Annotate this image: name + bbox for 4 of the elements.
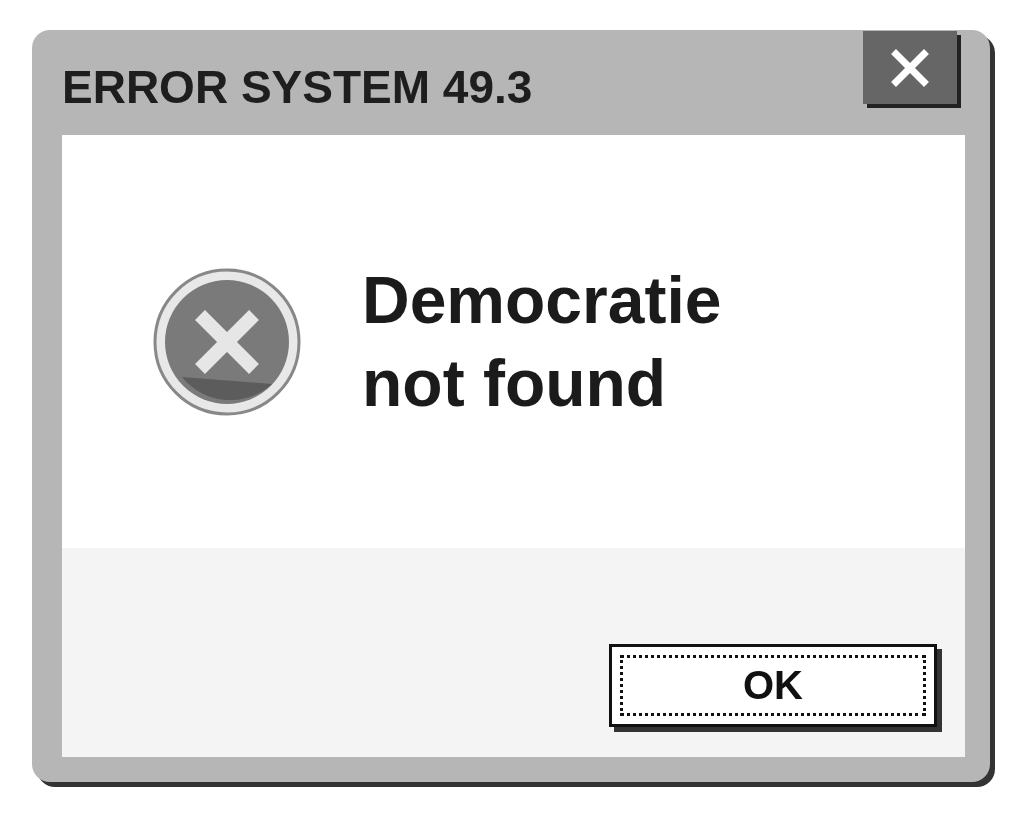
window-title: ERROR SYSTEM 49.3 (62, 59, 533, 114)
error-icon (152, 266, 302, 417)
error-message: Democratie not found (362, 262, 723, 422)
close-icon (890, 47, 930, 88)
